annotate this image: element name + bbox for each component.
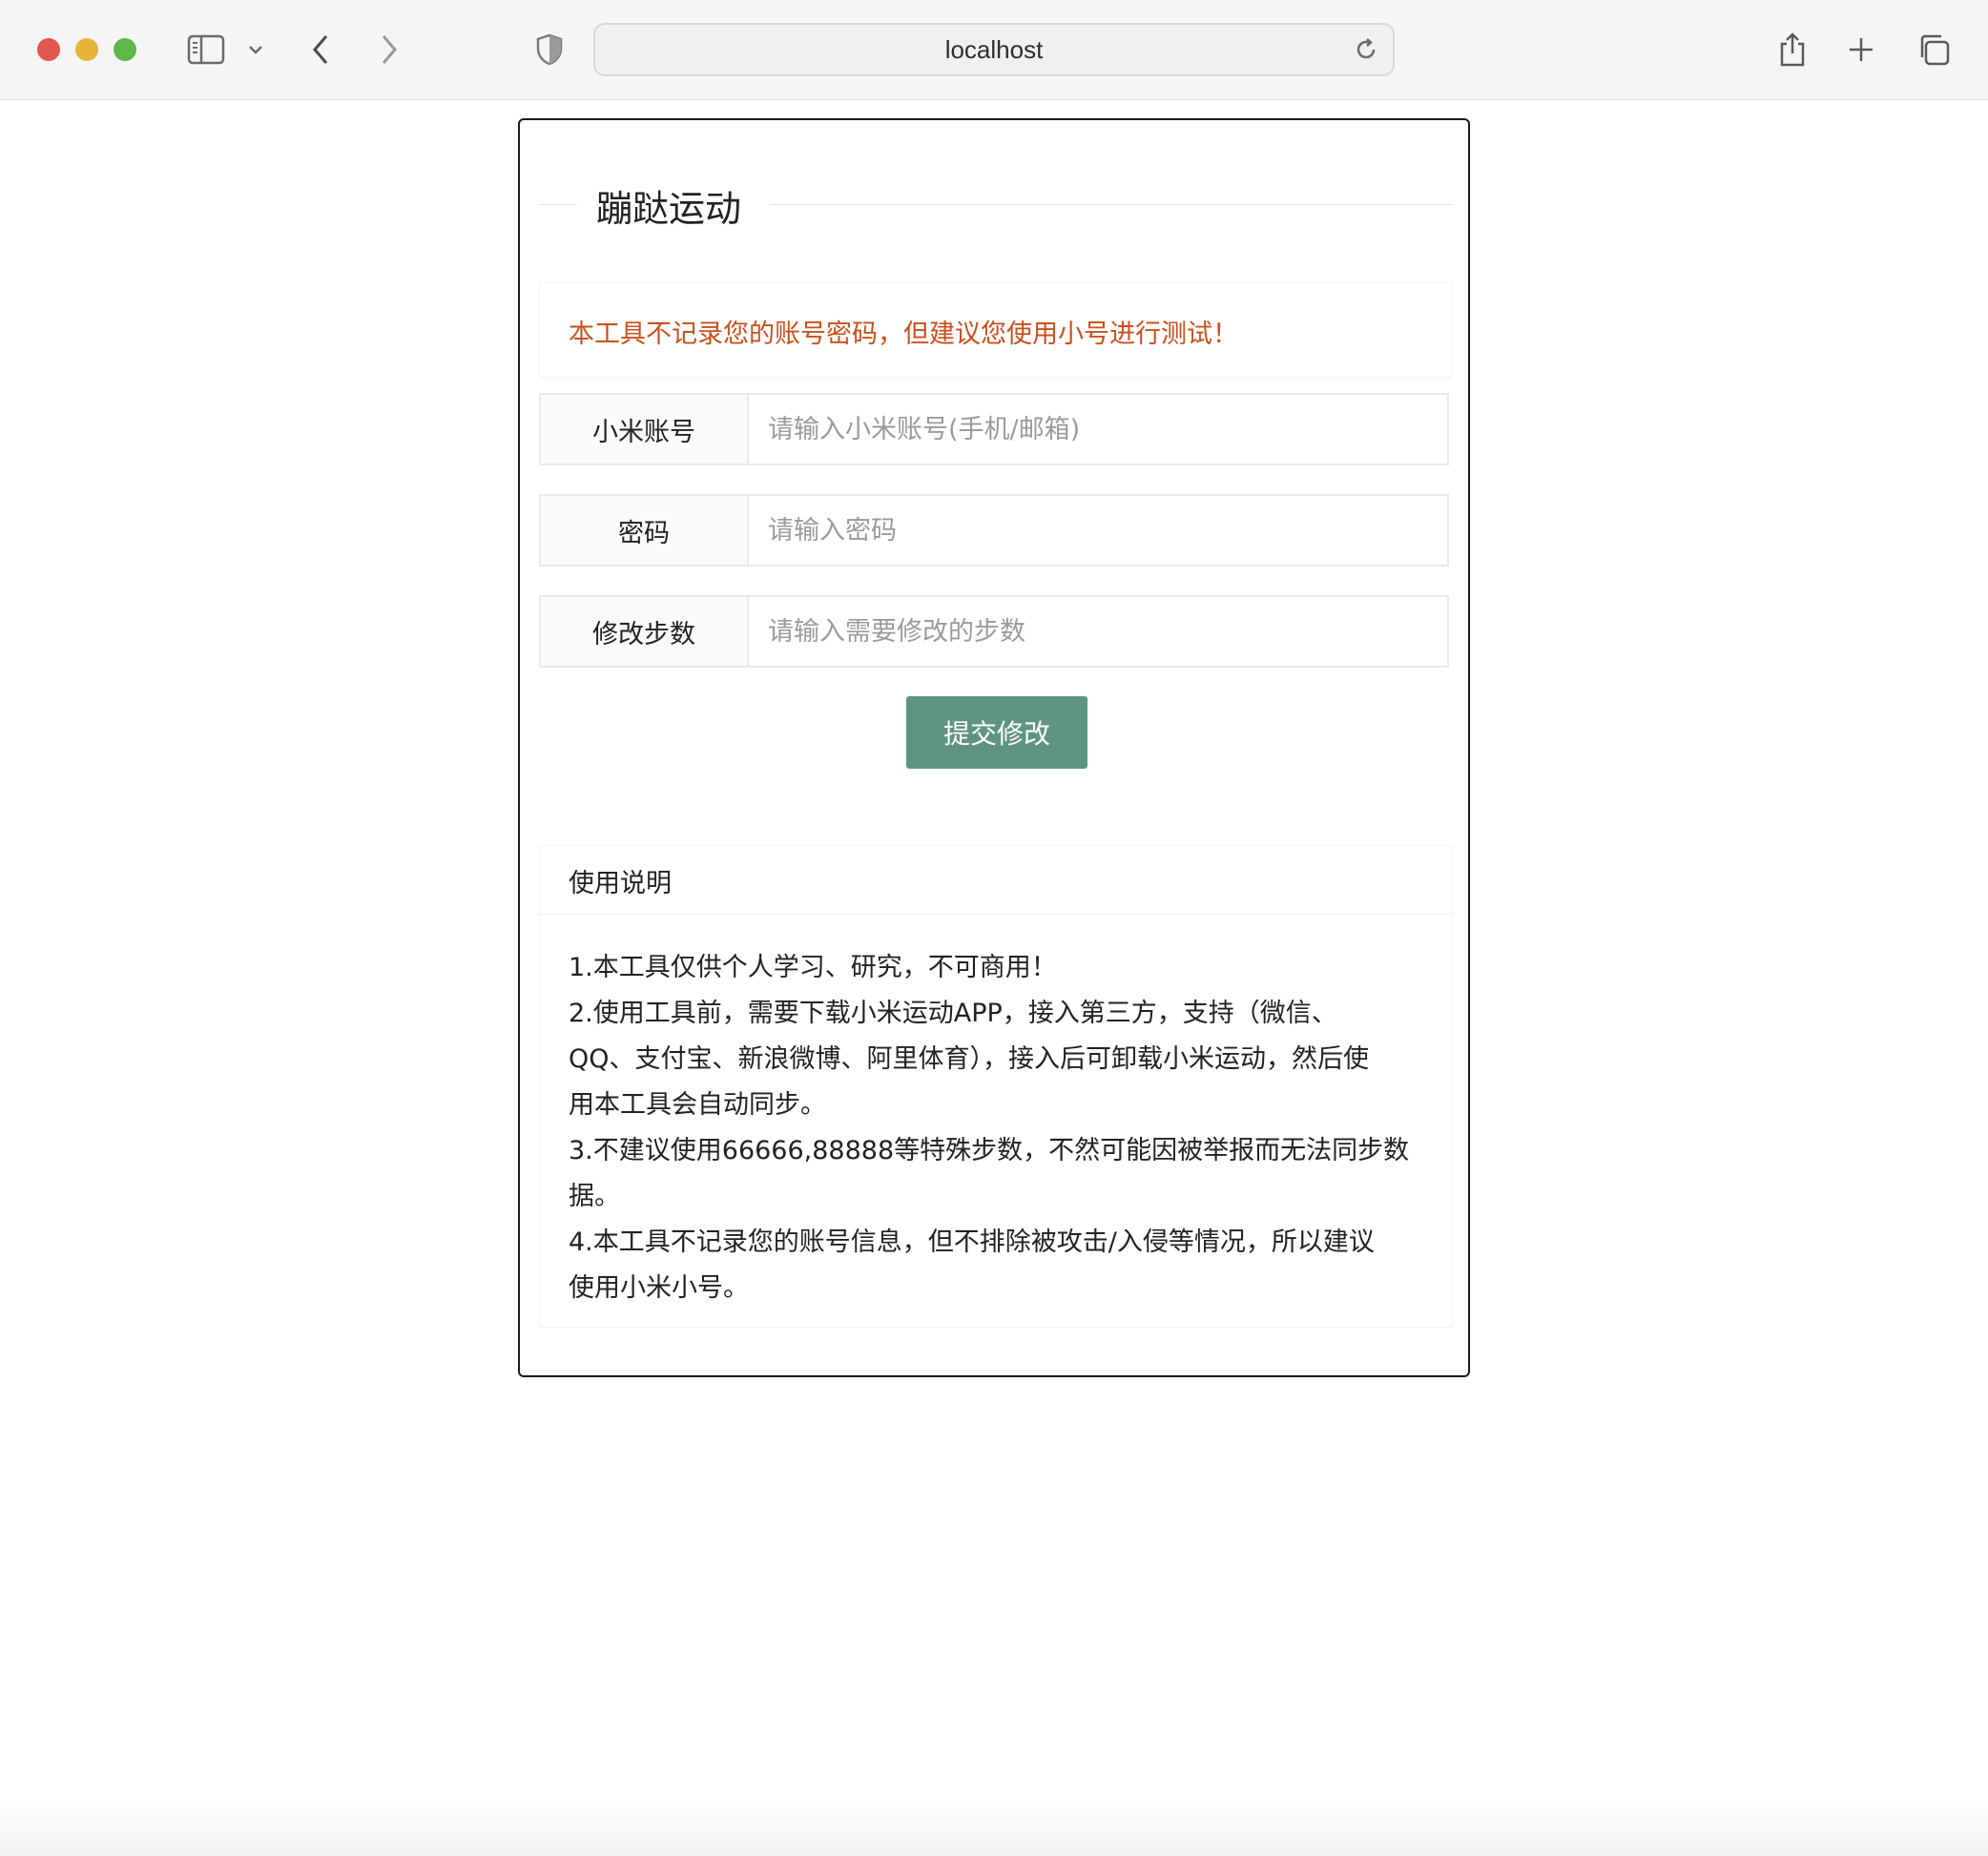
account-input[interactable] [749, 395, 1447, 464]
password-row: 密码 [539, 494, 1449, 567]
help-header: 使用说明 [540, 846, 1452, 915]
forward-arrow-icon[interactable] [366, 27, 412, 72]
help-line: 3.不建议使用66666,88888等特殊步数，不然可能因被举报而无法同步数 [569, 1136, 1410, 1165]
title-divider-left [539, 204, 577, 205]
close-window-button[interactable] [37, 38, 60, 61]
reload-icon[interactable] [1353, 36, 1379, 63]
help-line: QQ、支付宝、新浪微博、阿里体育），接入后可卸载小米运动，然后使 [569, 1044, 1370, 1074]
shield-icon[interactable] [527, 27, 572, 72]
url-text: localhost [944, 34, 1044, 64]
share-icon[interactable] [1770, 27, 1815, 72]
account-label: 小米账号 [541, 395, 749, 464]
zoom-window-button[interactable] [114, 38, 136, 61]
back-arrow-icon[interactable] [298, 27, 343, 72]
password-input[interactable] [749, 496, 1447, 565]
steps-input[interactable] [749, 597, 1447, 666]
minimize-window-button[interactable] [75, 38, 98, 61]
help-title: 使用说明 [569, 868, 672, 898]
password-label: 密码 [541, 496, 749, 565]
notice-panel: 本工具不记录您的账号密码，但建议您使用小号进行测试！ [539, 282, 1453, 378]
browser-toolbar: localhost [0, 0, 1988, 100]
chevron-down-icon[interactable] [233, 27, 279, 72]
help-line: 据。 [569, 1182, 620, 1211]
tabs-overview-icon[interactable] [1911, 27, 1957, 72]
sidebar-icon[interactable] [183, 27, 229, 72]
step-form-card: 蹦跶运动 本工具不记录您的账号密码，但建议您使用小号进行测试！ 小米账号 密码 … [518, 118, 1470, 1377]
submit-button[interactable]: 提交修改 [906, 696, 1087, 769]
help-line: 4.本工具不记录您的账号信息，但不排除被攻击/入侵等情况，所以建议 [569, 1227, 1375, 1257]
notice-text: 本工具不记录您的账号密码，但建议您使用小号进行测试！ [569, 319, 1238, 349]
help-line: 用本工具会自动同步。 [569, 1090, 826, 1120]
steps-label: 修改步数 [541, 597, 749, 666]
help-line: 1.本工具仅供个人学习、研究，不可商用！ [569, 953, 1057, 982]
help-line: 使用小米小号。 [569, 1273, 749, 1303]
browser-window: localhost 蹦跶运动 本工具不记录您的账号密码，但建议您使用小号进行测试… [0, 0, 1988, 1856]
steps-row: 修改步数 [539, 595, 1449, 668]
help-panel: 使用说明 1.本工具仅供个人学习、研究，不可商用！ 2.使用工具前，需要下载小米… [539, 845, 1453, 1328]
plus-icon[interactable] [1838, 27, 1884, 72]
page-title: 蹦跶运动 [577, 179, 761, 232]
address-bar[interactable]: localhost [593, 23, 1395, 76]
window-bottom-shadow [0, 1799, 1988, 1856]
help-line: 2.使用工具前，需要下载小米运动APP，接入第三方，支持（微信、 [569, 999, 1337, 1028]
help-body: 1.本工具仅供个人学习、研究，不可商用！ 2.使用工具前，需要下载小米运动APP… [569, 945, 1427, 1311]
title-divider-right [770, 204, 1453, 205]
account-row: 小米账号 [539, 393, 1449, 465]
